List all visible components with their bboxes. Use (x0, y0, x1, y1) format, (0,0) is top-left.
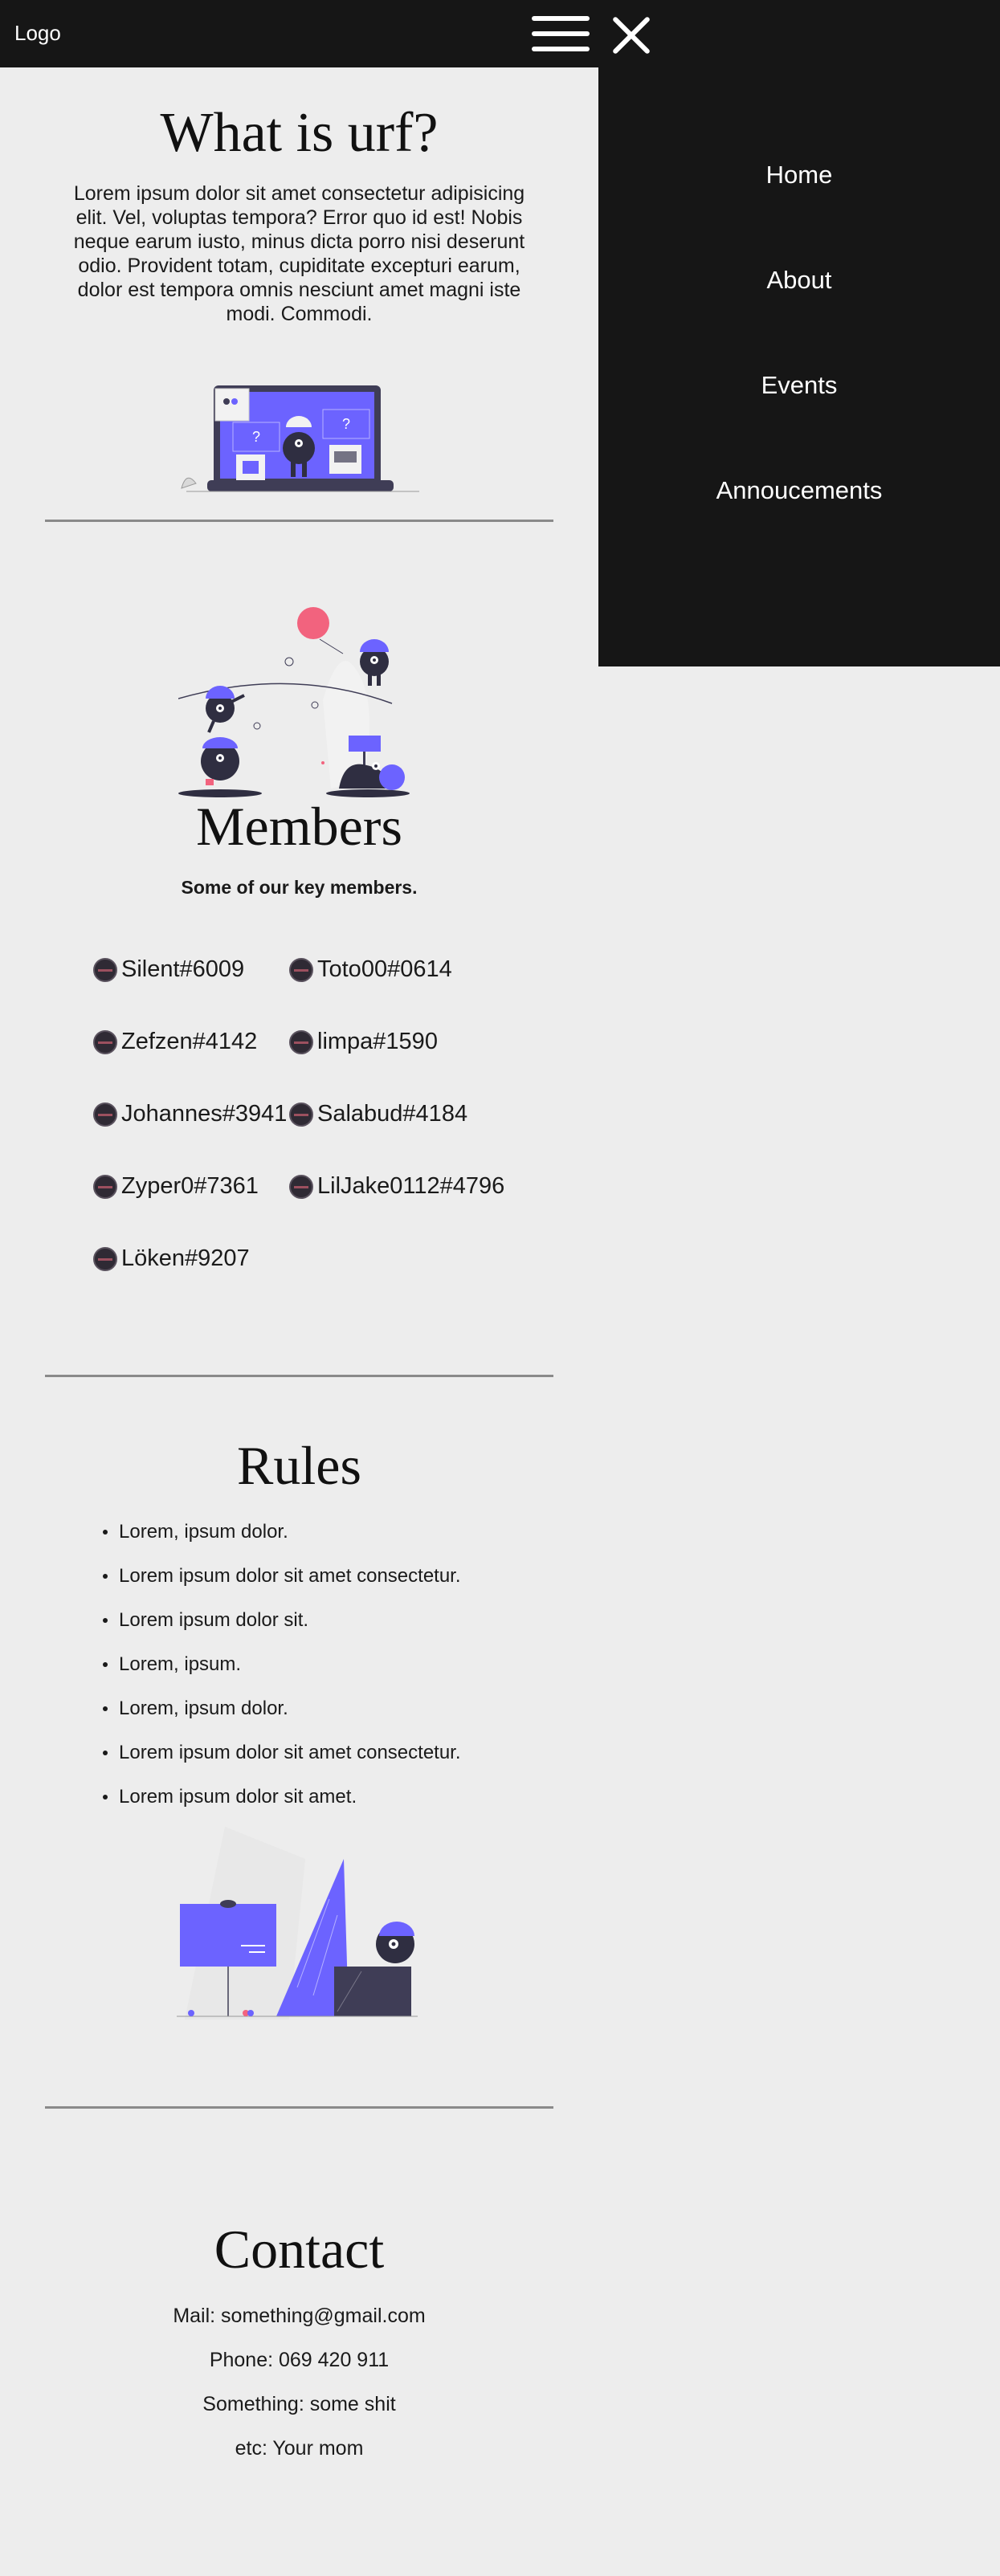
discord-avatar-icon (93, 1246, 117, 1271)
close-menu-icon[interactable] (609, 13, 654, 58)
svg-text:?: ? (342, 416, 350, 432)
menu-link-about[interactable]: About (766, 266, 831, 294)
member-item: limpa#1590 (289, 1029, 438, 1055)
contact-etc: etc: Your mom (235, 2437, 364, 2460)
rule-item: Lorem ipsum dolor sit amet consectetur. (103, 1737, 461, 1781)
discord-avatar-icon (289, 957, 313, 982)
member-name: Löken#9207 (121, 1245, 250, 1271)
discord-avatar-icon (93, 1029, 117, 1054)
member-item: Toto00#0614 (289, 956, 452, 983)
discord-avatar-icon (93, 1102, 117, 1127)
discord-avatar-icon (93, 957, 117, 982)
member-name: Zyper0#7361 (121, 1173, 259, 1199)
menu-item-home: Home (598, 156, 1000, 261)
about-title: What is urf? (160, 102, 439, 164)
navbar: Logo (0, 0, 598, 67)
menu-item-events: Events (598, 366, 1000, 471)
member-name: Zefzen#4142 (121, 1029, 258, 1054)
rule-item: Lorem ipsum dolor sit amet consectetur. (103, 1560, 461, 1604)
rule-item: Lorem ipsum dolor sit. (103, 1604, 461, 1649)
side-menu: Home About Events Annoucements (598, 0, 1000, 666)
menu-link-events[interactable]: Events (761, 371, 838, 399)
rule-item: Lorem, ipsum. (103, 1649, 461, 1693)
contact-title: Contact (214, 2219, 385, 2280)
logo[interactable]: Logo (14, 21, 61, 46)
rule-item: Lorem, ipsum dolor. (103, 1516, 461, 1560)
members-title: Members (196, 796, 402, 857)
about-text: Lorem ipsum dolor sit amet consectetur a… (73, 182, 525, 325)
rule-item: Lorem, ipsum dolor. (103, 1693, 461, 1737)
discord-avatar-icon (289, 1174, 313, 1199)
member-item: Johannes#3941 (93, 1101, 287, 1127)
contact-mail: Mail: something@gmail.com (173, 2305, 426, 2327)
menu-item-about: About (598, 261, 1000, 366)
discord-avatar-icon (289, 1029, 313, 1054)
member-item: Löken#9207 (93, 1245, 250, 1272)
divider (45, 520, 553, 522)
hamburger-menu-icon[interactable] (532, 14, 590, 53)
menu-item-announcements: Annoucements (598, 471, 1000, 577)
divider (45, 1375, 553, 1377)
member-item: LilJake0112#4796 (289, 1173, 504, 1200)
discord-avatar-icon (93, 1174, 117, 1199)
divider (45, 2106, 553, 2109)
member-item: Salabud#4184 (289, 1101, 467, 1127)
member-name: LilJake0112#4796 (317, 1173, 505, 1199)
contact-phone: Phone: 069 420 911 (209, 2349, 390, 2371)
rule-item: Lorem ipsum dolor sit amet. (103, 1781, 461, 1825)
member-name: Johannes#3941 (121, 1101, 288, 1127)
members-subtitle: Some of our key members. (181, 877, 418, 898)
rules-title: Rules (237, 1435, 361, 1496)
discord-avatar-icon (289, 1102, 313, 1127)
laptop-illustration: ? ? (181, 385, 419, 492)
member-name: Toto00#0614 (317, 956, 452, 982)
menu-link-home[interactable]: Home (766, 161, 833, 189)
member-item: Silent#6009 (93, 956, 244, 983)
rules-illustration (177, 1827, 418, 2020)
member-name: Silent#6009 (121, 956, 245, 982)
member-item: Zefzen#4142 (93, 1029, 257, 1055)
member-item: Zyper0#7361 (93, 1173, 259, 1200)
member-name: Salabud#4184 (317, 1101, 468, 1127)
menu-link-announcements[interactable]: Annoucements (716, 476, 883, 504)
members-illustration (178, 607, 410, 797)
member-name: limpa#1590 (317, 1029, 438, 1054)
rules-list: Lorem, ipsum dolor. Lorem ipsum dolor si… (103, 1516, 461, 1825)
contact-something: Something: some shit (202, 2393, 396, 2415)
svg-text:?: ? (252, 429, 260, 445)
